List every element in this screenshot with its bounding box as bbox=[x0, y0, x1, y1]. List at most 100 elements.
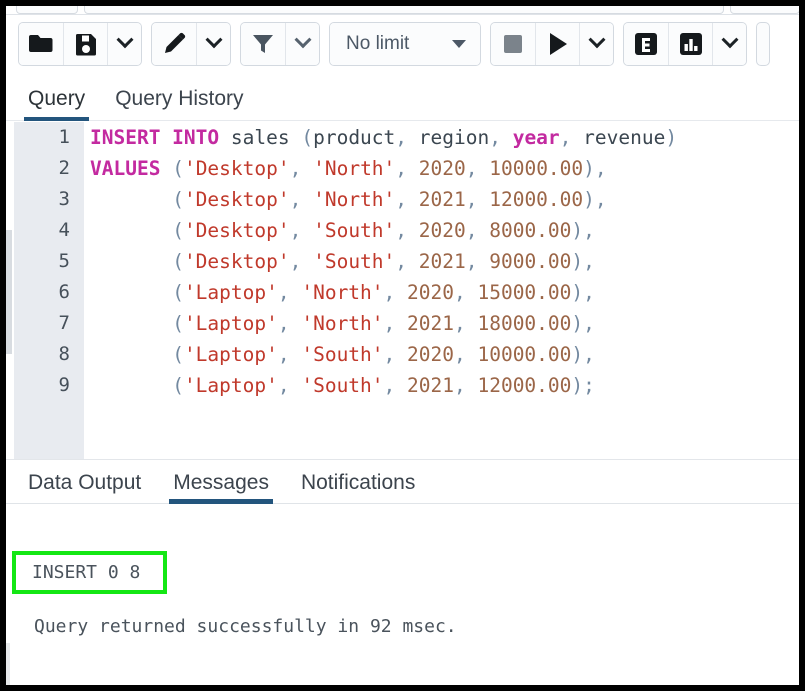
code-token-num: 8000.00 bbox=[489, 219, 572, 242]
explain-e-icon bbox=[635, 33, 657, 55]
code-token-kw: year bbox=[512, 126, 560, 149]
funnel-icon bbox=[253, 35, 273, 53]
upper-toolbar-sliver bbox=[6, 6, 799, 15]
save-file-button[interactable] bbox=[63, 23, 107, 65]
save-options-dropdown[interactable] bbox=[107, 23, 141, 65]
code-token-pun: , bbox=[395, 188, 419, 211]
code-token-pun: , bbox=[453, 312, 478, 335]
results-tab-bar: Data Output Messages Notifications bbox=[6, 460, 799, 504]
upper-toolbar-segment-3 bbox=[730, 6, 799, 14]
code-token-pun: , bbox=[395, 126, 419, 149]
code-token-pun: , bbox=[465, 188, 490, 211]
explain-button[interactable] bbox=[624, 23, 668, 65]
code-token-pun: , bbox=[289, 188, 314, 211]
edit-group bbox=[151, 22, 231, 66]
code-token-pun: ( bbox=[172, 250, 184, 273]
code-token-pun: ( bbox=[172, 157, 184, 180]
code-token-pun: ( bbox=[301, 126, 314, 149]
code-token-str: 'Laptop' bbox=[183, 312, 278, 335]
code-token-pun: , bbox=[277, 374, 302, 397]
code-token-pun: , bbox=[383, 281, 408, 304]
code-token-kw: INSERT INTO bbox=[90, 126, 220, 149]
code-token-str: 'North' bbox=[313, 157, 396, 180]
filter-group bbox=[240, 22, 320, 66]
code-line[interactable]: VALUES ('Desktop', 'North', 2020, 10000.… bbox=[90, 153, 799, 184]
code-token-pun: , bbox=[465, 219, 490, 242]
stop-query-button[interactable] bbox=[491, 23, 535, 65]
row-limit-select[interactable]: No limit bbox=[330, 23, 480, 65]
code-token-str: 'North' bbox=[301, 312, 384, 335]
code-token-ident: product bbox=[313, 126, 396, 149]
code-line[interactable]: ('Laptop', 'South', 2020, 10000.00), bbox=[90, 339, 799, 370]
open-file-button[interactable] bbox=[19, 23, 63, 65]
code-token-pun: , bbox=[395, 250, 419, 273]
code-line[interactable]: ('Laptop', 'North', 2020, 15000.00), bbox=[90, 277, 799, 308]
play-triangle-icon bbox=[549, 33, 567, 55]
code-token-num: 10000.00 bbox=[477, 343, 572, 366]
code-token-pun: , bbox=[289, 250, 314, 273]
code-token-pun: , bbox=[383, 343, 408, 366]
code-token-num: 2021 bbox=[418, 188, 466, 211]
code-token-num: 15000.00 bbox=[477, 281, 572, 304]
tab-messages[interactable]: Messages bbox=[169, 471, 273, 504]
screenshot-frame: No limit Query Query History 1 2 3 4 5 6… bbox=[0, 0, 805, 691]
upper-toolbar-segment-1 bbox=[16, 6, 78, 14]
code-token-pun: ( bbox=[172, 219, 184, 242]
code-line[interactable]: INSERT INTO sales (product, region, year… bbox=[90, 122, 799, 153]
execute-query-button[interactable] bbox=[535, 23, 579, 65]
tab-messages-label: Messages bbox=[173, 471, 269, 494]
filter-options-dropdown[interactable] bbox=[285, 23, 319, 65]
code-token-pun: ( bbox=[172, 343, 184, 366]
code-token-num: 2021 bbox=[418, 250, 466, 273]
tab-query[interactable]: Query bbox=[24, 87, 90, 121]
code-token-pun: , bbox=[395, 219, 419, 242]
tab-notifications[interactable]: Notifications bbox=[297, 471, 419, 503]
code-line[interactable]: ('Desktop', 'North', 2021, 12000.00), bbox=[90, 184, 799, 215]
row-limit-label: No limit bbox=[346, 33, 410, 54]
upper-toolbar-segment-2 bbox=[84, 6, 724, 14]
code-token-str: 'North' bbox=[301, 281, 384, 304]
edit-options-dropdown[interactable] bbox=[196, 23, 230, 65]
explain-options-dropdown[interactable] bbox=[712, 23, 746, 65]
tab-query-history-label: Query History bbox=[115, 87, 244, 110]
code-token-num: 2021 bbox=[407, 312, 454, 335]
line-number-gutter: 1 2 3 4 5 6 7 8 9 bbox=[14, 122, 84, 459]
code-token-pun: ), bbox=[571, 281, 595, 304]
overflow-group[interactable] bbox=[756, 22, 770, 66]
code-line[interactable]: ('Desktop', 'South', 2021, 9000.00), bbox=[90, 246, 799, 277]
filter-button[interactable] bbox=[241, 23, 285, 65]
line-number: 1 bbox=[58, 126, 70, 148]
explain-group bbox=[623, 22, 747, 66]
query-tab-bar: Query Query History bbox=[6, 73, 799, 121]
sql-editor[interactable]: 123456789 INSERT INTO sales (product, re… bbox=[6, 122, 799, 459]
code-token-pun: , bbox=[383, 374, 408, 397]
code-token-pun: , bbox=[453, 343, 478, 366]
tab-data-output[interactable]: Data Output bbox=[24, 471, 145, 503]
command-tag-highlight-box: INSERT 0 8 bbox=[12, 551, 167, 594]
code-token-pun: , bbox=[453, 281, 478, 304]
execute-options-dropdown[interactable] bbox=[579, 23, 613, 65]
code-line[interactable]: ('Laptop', 'North', 2021, 18000.00), bbox=[90, 308, 799, 339]
folder-icon bbox=[29, 35, 53, 52]
code-token-pun: ), bbox=[583, 157, 607, 180]
sql-code-area[interactable]: INSERT INTO sales (product, region, year… bbox=[84, 122, 799, 459]
editor-left-scroll-sliver[interactable] bbox=[6, 230, 12, 354]
explain-analyze-button[interactable] bbox=[668, 23, 712, 65]
code-token-pun: ), bbox=[571, 312, 595, 335]
line-number: 8 bbox=[58, 343, 70, 365]
messages-scroll-sliver[interactable] bbox=[6, 643, 10, 685]
code-token-pun: , bbox=[489, 126, 513, 149]
code-token-num: 2020 bbox=[418, 157, 466, 180]
code-token-str: 'Desktop' bbox=[183, 157, 290, 180]
code-line[interactable]: ('Desktop', 'South', 2020, 8000.00), bbox=[90, 215, 799, 246]
code-token-pun: , bbox=[395, 157, 419, 180]
tab-query-history[interactable]: Query History bbox=[111, 87, 247, 120]
code-token-pun: ( bbox=[172, 312, 184, 335]
code-line[interactable]: ('Laptop', 'South', 2021, 12000.00); bbox=[90, 370, 799, 401]
code-token-str: 'South' bbox=[313, 250, 396, 273]
edit-button[interactable] bbox=[152, 23, 196, 65]
tab-query-label: Query bbox=[28, 87, 86, 110]
